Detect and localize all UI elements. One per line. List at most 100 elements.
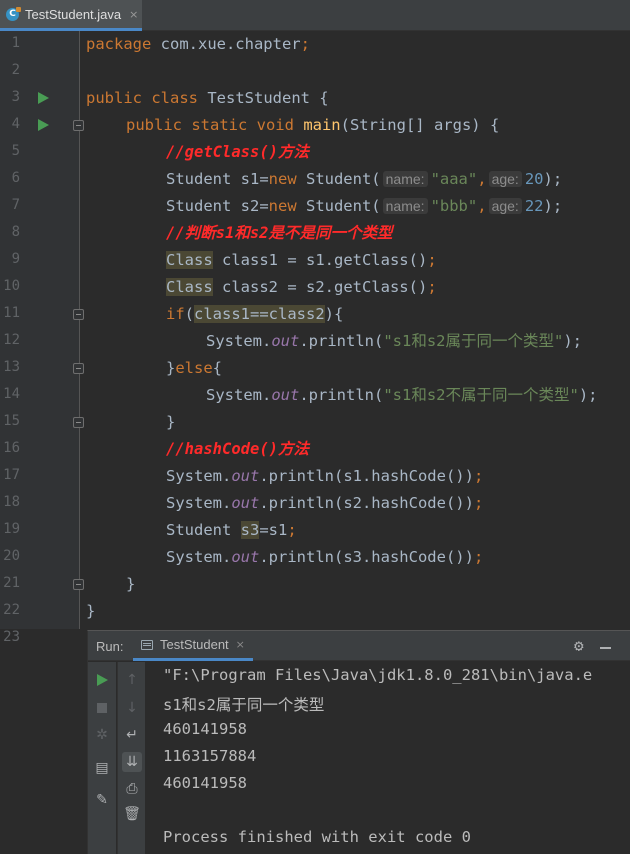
line-number: 2 <box>11 62 20 78</box>
code-token: class2 = s2.getClass() <box>212 278 428 296</box>
fold-marker-icon[interactable] <box>73 417 84 428</box>
scroll-to-end-icon[interactable]: ⇊ <box>122 752 142 772</box>
code-token: { <box>212 359 223 377</box>
code-line[interactable]: 14 System.out.println("s1和s2不属于同一个类型"); <box>0 382 630 409</box>
code-line[interactable]: 16 //hashCode()方法 <box>0 436 630 463</box>
code-token: 22 <box>524 197 544 215</box>
code-line[interactable]: 10 Class class2 = s2.getClass(); <box>0 274 630 301</box>
code-line[interactable]: 20 System.out.println(s3.hashCode()); <box>0 544 630 571</box>
editor-tab-teststudent[interactable]: C TestStudent.java × <box>0 0 142 31</box>
fold-marker-icon[interactable] <box>73 579 84 590</box>
code-token: "bbb" <box>430 197 478 215</box>
code-line[interactable]: 11 if(class1==class2){ <box>0 301 630 328</box>
down-arrow-icon[interactable]: ↓ <box>122 698 142 718</box>
print-icon[interactable]: ⎙ <box>122 779 142 799</box>
code-token: ){ <box>324 305 344 323</box>
console-line: 460141958 <box>163 774 247 792</box>
run-tab-teststudent[interactable]: TestStudent × <box>133 631 253 661</box>
code-line[interactable]: 19 Student s3=s1; <box>0 517 630 544</box>
code-token: ; <box>473 494 484 512</box>
fold-marker-icon[interactable] <box>73 120 84 131</box>
code-token: main <box>303 116 341 134</box>
code-token: ; <box>473 467 484 485</box>
code-line[interactable]: 3 public class TestStudent { <box>0 85 630 112</box>
code-line[interactable]: 6 Student s1=new Student(name: "aaa", age: 2… <box>0 166 630 193</box>
code-line[interactable]: 15} <box>0 409 630 436</box>
line-number: 10 <box>3 278 20 294</box>
trash-icon[interactable]: 🗑 <box>122 804 142 824</box>
editor-tab-bar: C TestStudent.java × <box>0 0 630 31</box>
line-number: 17 <box>3 467 20 483</box>
line-number: 12 <box>3 332 20 348</box>
gear-icon[interactable]: ⚙ <box>574 636 584 655</box>
code-token: out <box>271 332 300 350</box>
editor-tab-label: TestStudent.java <box>25 6 122 22</box>
code-token: TestStudent { <box>207 89 329 107</box>
parameter-hint: age: <box>488 198 522 214</box>
code-text: System.out.println(s3.hashCode()); <box>166 546 483 569</box>
line-number: 4 <box>11 116 20 132</box>
pin-icon[interactable]: ✎ <box>92 790 112 810</box>
code-token: class1==class2 <box>194 305 325 323</box>
fold-marker-icon[interactable] <box>73 363 84 374</box>
code-line[interactable]: 5 //getClass()方法 <box>0 139 630 166</box>
code-token: Student s1= <box>166 170 269 188</box>
debug-bug-icon[interactable]: ✲ <box>92 725 112 745</box>
code-text: //hashCode()方法 <box>166 438 309 461</box>
run-header: Run: TestStudent × ⚙ <box>88 631 630 661</box>
code-token: if <box>166 305 185 323</box>
code-token: class1 = s1.getClass() <box>212 251 428 269</box>
run-toolbar-secondary: ↑ ↓ ↵ ⇊ ⎙ 🗑 <box>117 662 145 854</box>
code-line[interactable]: 2 <box>0 58 630 85</box>
code-token: ); <box>563 332 592 350</box>
code-text: System.out.println("s1和s2不属于同一个类型"); <box>206 384 607 407</box>
code-line[interactable]: 13}else{ <box>0 355 630 382</box>
code-token: 20 <box>524 170 544 188</box>
run-gutter-icon[interactable] <box>38 119 49 131</box>
code-token: "s1和s2属于同一个类型" <box>383 332 564 350</box>
run-gutter-icon[interactable] <box>38 92 49 104</box>
code-token: Class <box>166 278 213 296</box>
code-line[interactable]: 7 Student s2=new Student(name: "bbb", age: 2… <box>0 193 630 220</box>
code-line[interactable]: 9 Class class1 = s1.getClass(); <box>0 247 630 274</box>
code-text: System.out.println(s2.hashCode()); <box>166 492 483 515</box>
code-token: } <box>126 575 136 593</box>
parameter-hint: name: <box>382 171 428 187</box>
minimize-icon[interactable] <box>600 647 611 649</box>
code-line[interactable]: 21} <box>0 571 630 598</box>
code-text: if(class1==class2){ <box>166 303 343 326</box>
layout-icon[interactable]: ▤ <box>92 758 112 778</box>
code-token: .println(s2.hashCode()) <box>259 494 474 512</box>
code-editor[interactable]: 1 package com.xue.chapter; 2 3 public class … <box>0 31 630 645</box>
code-token: ( <box>184 305 195 323</box>
code-text: System.out.println(s1.hashCode()); <box>166 465 483 488</box>
code-line[interactable]: 4 public static void main(String[] args) … <box>0 112 630 139</box>
code-token: , <box>477 197 487 215</box>
code-token: s3 <box>240 521 260 539</box>
code-token: } <box>166 413 176 431</box>
code-line[interactable]: 18 System.out.println(s2.hashCode()); <box>0 490 630 517</box>
stop-button[interactable] <box>92 698 112 718</box>
code-token: ; <box>427 278 437 296</box>
soft-wrap-icon[interactable]: ↵ <box>122 725 142 745</box>
code-token: new <box>268 170 306 188</box>
code-line[interactable]: 8 //判断s1和s2是不是同一个类型 <box>0 220 630 247</box>
stop-icon <box>97 703 107 713</box>
console-output[interactable]: "F:\Program Files\Java\jdk1.8.0_281\bin\… <box>154 662 630 854</box>
code-token: System. <box>206 332 272 350</box>
close-icon[interactable]: × <box>129 8 138 21</box>
code-line[interactable]: 22} <box>0 598 630 625</box>
run-toolbar-primary: ✲ ▤ ✎ <box>88 662 116 854</box>
close-icon[interactable]: × <box>236 638 245 651</box>
code-text: } <box>86 600 95 623</box>
rerun-button[interactable] <box>92 670 112 690</box>
code-line[interactable]: 12 System.out.println("s1和s2属于同一个类型"); <box>0 328 630 355</box>
code-token: =s1 <box>259 521 288 539</box>
fold-marker-icon[interactable] <box>73 309 84 320</box>
parameter-hint: age: <box>488 171 522 187</box>
code-token: ); <box>578 386 607 404</box>
up-arrow-icon[interactable]: ↑ <box>122 670 142 690</box>
code-line[interactable]: 1 package com.xue.chapter; <box>0 31 630 58</box>
code-line[interactable]: 17 System.out.println(s1.hashCode()); <box>0 463 630 490</box>
line-number: 1 <box>11 35 20 51</box>
